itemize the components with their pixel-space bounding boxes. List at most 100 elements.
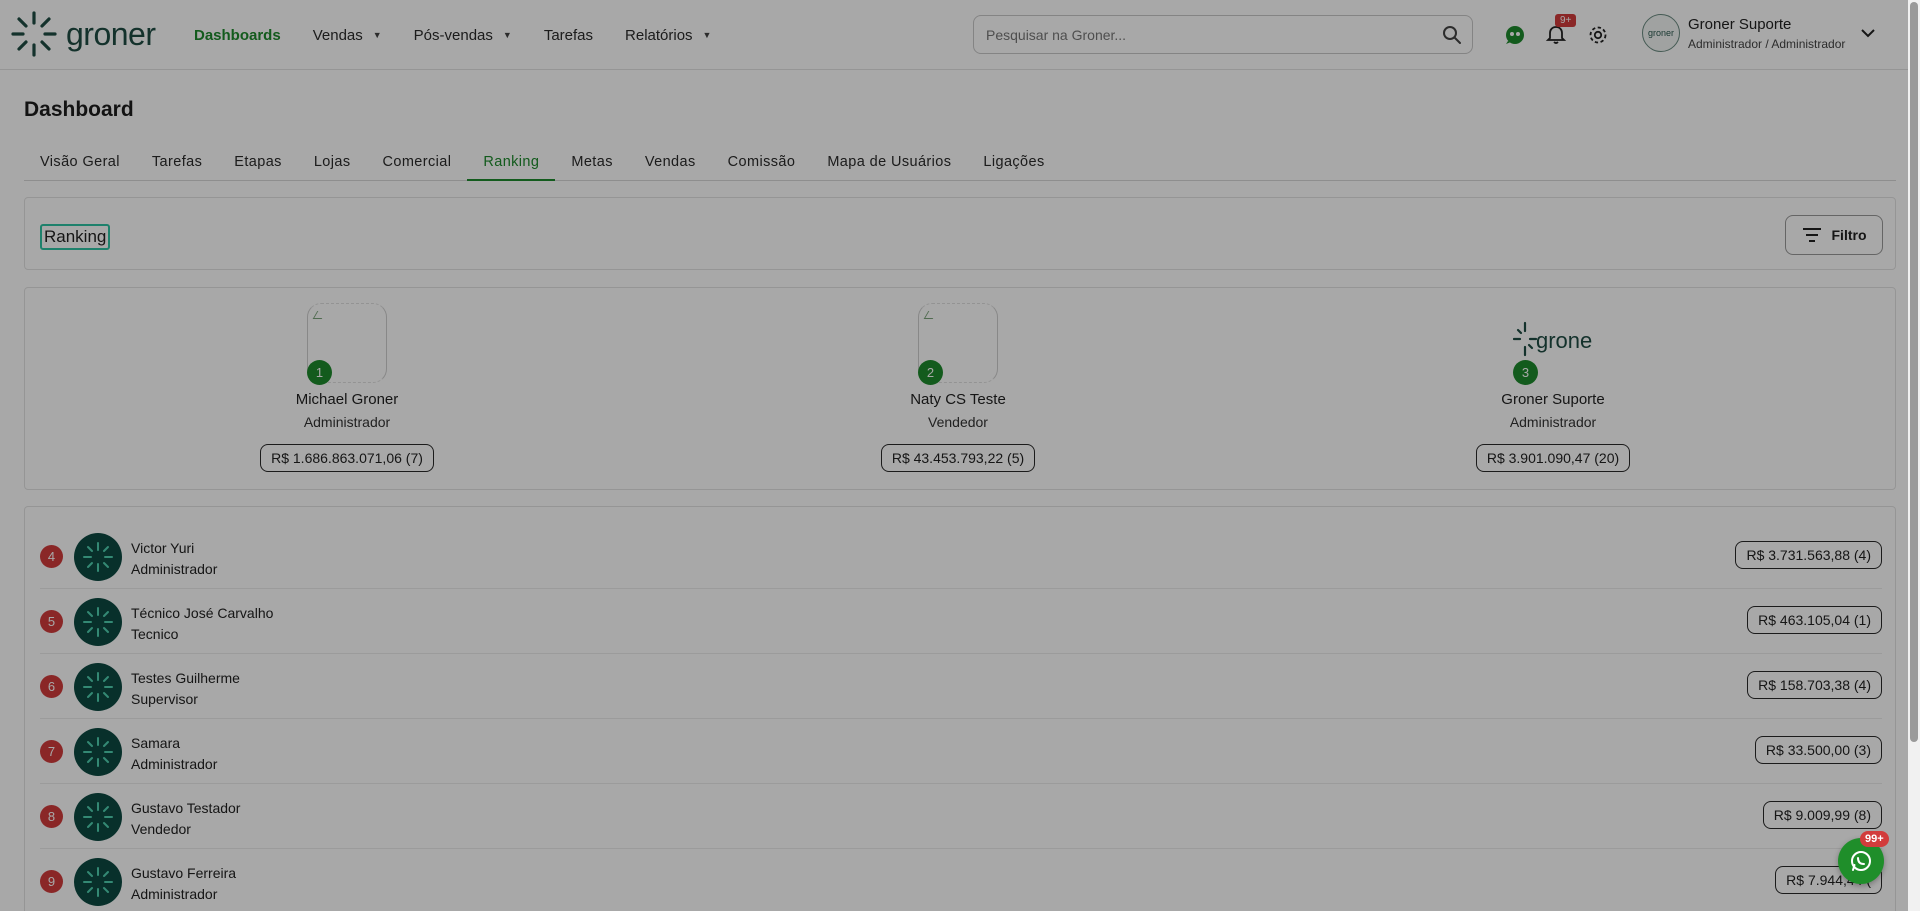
- user-name: Gustavo Ferreira: [131, 865, 237, 881]
- list-item[interactable]: 4 Victor Yuri Administrador R$ 3.731.563…: [40, 524, 1882, 589]
- search-input[interactable]: [986, 26, 1432, 43]
- amount-pill: R$ 3.901.090,47 (20): [1475, 444, 1631, 472]
- notifications-bell-icon[interactable]: 9+: [1541, 14, 1577, 50]
- rank-badge: 5: [40, 610, 63, 633]
- user-photo: 1: [307, 303, 387, 385]
- nav-dashboards[interactable]: Dashboards: [194, 27, 281, 44]
- amount-pill: R$ 3.731.563,88 (4): [1735, 541, 1882, 569]
- logo-wordmark: groner: [1536, 328, 1593, 353]
- user-photo: 2: [918, 303, 998, 385]
- rank-badge: 7: [40, 740, 63, 763]
- podium-name: Groner Suporte: [1501, 391, 1605, 408]
- list-item[interactable]: 7 Samara Administrador R$ 33.500,00 (3): [40, 719, 1882, 784]
- chevron-down-icon[interactable]: [1860, 26, 1876, 44]
- caret-down-icon: ▼: [372, 30, 382, 40]
- whatsapp-badge: 99+: [1860, 831, 1889, 847]
- tab-mapa-de-usuarios[interactable]: Mapa de Usuários: [811, 148, 967, 181]
- nav-pos-vendas[interactable]: Pós-vendas ▼: [414, 27, 512, 44]
- search-box: [973, 15, 1473, 54]
- rank-badge: 4: [40, 545, 63, 568]
- user-menu[interactable]: groner Groner Suporte Administrador / Ad…: [1642, 14, 1845, 52]
- tab-lojas[interactable]: Lojas: [298, 148, 367, 181]
- tab-vendas[interactable]: Vendas: [629, 148, 712, 181]
- nav-label: Dashboards: [194, 26, 281, 44]
- amount-pill: R$ 463.105,04 (1): [1747, 606, 1882, 634]
- rank-badge: 3: [1513, 360, 1538, 385]
- nav-label: Vendas: [312, 26, 363, 44]
- podium-card: 1 Michael Groner Administrador R$ 1.686.…: [24, 287, 1896, 490]
- tab-comissao[interactable]: Comissão: [712, 148, 812, 181]
- rank-badge: 2: [918, 360, 943, 385]
- rank-badge: 8: [40, 805, 63, 828]
- tab-comercial[interactable]: Comercial: [366, 148, 467, 181]
- ranking-header-card: Ranking Filtro: [24, 197, 1896, 270]
- podium-role: Administrador: [1509, 414, 1597, 430]
- filter-icon: [1802, 228, 1821, 242]
- podium-item[interactable]: groner 3 Groner Suporte Administrador R$…: [1403, 303, 1703, 472]
- notifications-badge: 9+: [1555, 14, 1577, 27]
- user-role: Administrador: [131, 886, 218, 902]
- list-item[interactable]: 9 Gustavo Ferreira Administrador R$ 7.94…: [40, 849, 1882, 911]
- user-name: Victor Yuri: [131, 540, 195, 556]
- rank-badge: 1: [307, 360, 332, 385]
- top-navbar: groner Dashboards Vendas ▼ Pós-vendas ▼ Ta…: [0, 0, 1920, 70]
- search-icon[interactable]: [1432, 15, 1472, 54]
- filter-label: Filtro: [1831, 227, 1867, 243]
- groner-avatar-icon: [74, 728, 122, 776]
- user-role: Administrador / Administrador: [1688, 36, 1846, 51]
- dashboard-tabs: Visão Geral Tarefas Etapas Lojas Comerci…: [24, 148, 1896, 181]
- rank-badge: 9: [40, 870, 63, 893]
- nav-tarefas[interactable]: Tarefas: [544, 27, 593, 44]
- user-role: Administrador: [131, 756, 218, 772]
- user-name: Técnico José Carvalho: [131, 605, 274, 621]
- podium-role: Vendedor: [928, 414, 988, 430]
- podium-item[interactable]: 1 Michael Groner Administrador R$ 1.686.…: [197, 303, 497, 472]
- podium-name: Naty CS Teste: [910, 391, 1006, 408]
- nav-label: Relatórios: [625, 26, 693, 44]
- page-title: Dashboard: [24, 98, 134, 121]
- amount-pill: R$ 33.500,00 (3): [1754, 736, 1882, 764]
- settings-gear-icon[interactable]: [1583, 20, 1613, 50]
- user-name: Groner Suporte: [1688, 15, 1792, 33]
- tab-visao-geral[interactable]: Visão Geral: [24, 148, 136, 181]
- nav-label: Pós-vendas: [413, 26, 493, 44]
- avatar: groner: [1642, 14, 1680, 52]
- podium-item[interactable]: 2 Naty CS Teste Vendedor R$ 43.453.793,2…: [808, 303, 1108, 472]
- user-role: Supervisor: [131, 691, 198, 707]
- ranking-list-card: 4 Victor Yuri Administrador R$ 3.731.563…: [24, 506, 1896, 911]
- tab-etapas[interactable]: Etapas: [218, 148, 298, 181]
- list-item[interactable]: 6 Testes Guilherme Supervisor R$ 158.703…: [40, 654, 1882, 719]
- amount-pill: R$ 1.686.863.071,06 (7): [260, 444, 434, 472]
- caret-down-icon: ▼: [702, 30, 712, 40]
- chat-bot-icon[interactable]: [1500, 20, 1530, 50]
- tab-ranking[interactable]: Ranking: [467, 148, 556, 181]
- nav-vendas[interactable]: Vendas ▼: [313, 27, 382, 44]
- user-role: Administrador: [131, 561, 218, 577]
- list-item[interactable]: 5 Técnico José Carvalho Tecnico R$ 463.1…: [40, 589, 1882, 654]
- groner-avatar-icon: [74, 663, 122, 711]
- groner-avatar-icon: [74, 598, 122, 646]
- caret-down-icon: ▼: [502, 30, 512, 40]
- list-item[interactable]: 8 Gustavo Testador Vendedor R$ 9.009,99 …: [40, 784, 1882, 849]
- page-scrollbar[interactable]: [1908, 0, 1920, 911]
- avatar-text: groner: [1647, 28, 1674, 38]
- logo-wordmark: groner: [66, 15, 156, 52]
- nav-label: Tarefas: [543, 26, 594, 44]
- podium-role: Administrador: [303, 414, 391, 430]
- user-role: Tecnico: [131, 626, 179, 642]
- podium-name: Michael Groner: [295, 391, 399, 408]
- scrollbar-thumb[interactable]: [1910, 2, 1918, 742]
- tab-ligacoes[interactable]: Ligações: [967, 148, 1060, 181]
- filter-button[interactable]: Filtro: [1785, 215, 1883, 255]
- user-role: Vendedor: [131, 821, 191, 837]
- groner-avatar-icon: [74, 858, 122, 906]
- user-info: Groner Suporte Administrador / Administr…: [1688, 16, 1845, 51]
- tab-metas[interactable]: Metas: [555, 148, 629, 181]
- user-photo: groner 3: [1513, 303, 1593, 385]
- groner-avatar-icon: [74, 533, 122, 581]
- groner-logo[interactable]: groner: [10, 10, 156, 58]
- tab-tarefas[interactable]: Tarefas: [136, 148, 218, 181]
- nav-relatorios[interactable]: Relatórios ▼: [625, 27, 711, 44]
- whatsapp-icon: [1851, 851, 1871, 871]
- user-name: Testes Guilherme: [131, 670, 240, 686]
